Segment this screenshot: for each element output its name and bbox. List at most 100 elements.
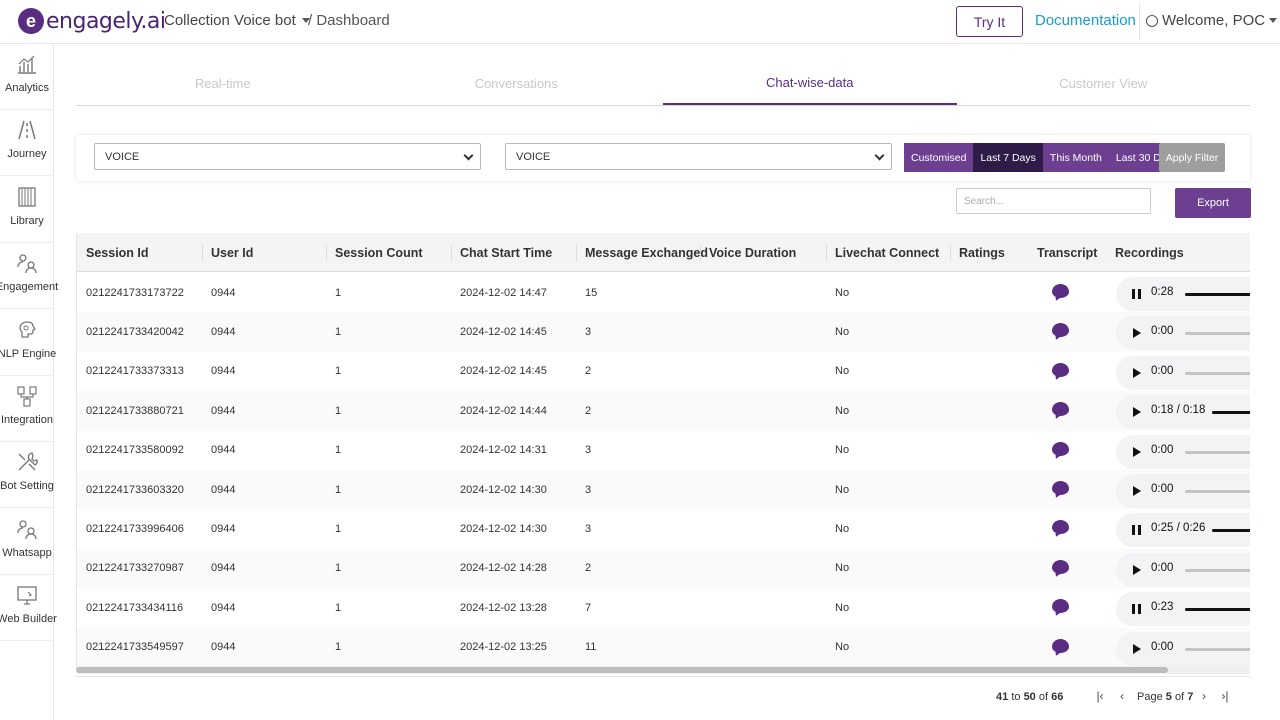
horizontal-scrollbar[interactable]	[76, 666, 1250, 674]
transcript-chat-icon[interactable]	[1052, 284, 1069, 298]
audio-player[interactable]: 0:00	[1116, 434, 1250, 469]
channel-select-2-value: VOICE	[516, 150, 551, 163]
export-button[interactable]: Export	[1175, 188, 1251, 218]
play-icon[interactable]	[1133, 407, 1141, 418]
audio-progress-slider[interactable]	[1185, 371, 1250, 375]
sidebar-item-web-builder[interactable]: Web Builder	[0, 575, 57, 642]
audio-progress-slider[interactable]	[1185, 647, 1250, 651]
audio-progress-slider[interactable]	[1185, 490, 1250, 493]
transcript-chat-icon[interactable]	[1052, 599, 1069, 614]
range-this-month-button[interactable]: This Month	[1042, 143, 1109, 172]
message-exchanged-cell: 3	[585, 444, 592, 457]
audio-progress-slider[interactable]	[1212, 411, 1250, 415]
pause-icon[interactable]	[1132, 289, 1141, 299]
audio-player[interactable]: 0:00	[1116, 316, 1250, 351]
play-icon[interactable]	[1133, 446, 1141, 457]
column-header[interactable]: Session Id	[86, 233, 149, 272]
audio-player[interactable]: 0:00	[1116, 355, 1250, 390]
column-header[interactable]: Transcript	[1037, 233, 1097, 272]
sidebar-item-bot-setting[interactable]: Bot Setting	[0, 442, 54, 509]
filter-bar: VOICE VOICE Customised Last 7 Days This Mo…	[76, 135, 1250, 181]
transcript-chat-icon[interactable]	[1052, 362, 1069, 377]
column-separator[interactable]	[326, 245, 327, 261]
audio-player[interactable]: 0:00	[1116, 631, 1250, 666]
audio-progress-slider[interactable]	[1212, 529, 1250, 533]
pause-icon[interactable]	[1132, 525, 1141, 536]
sidebar-item-analytics[interactable]: Analytics	[0, 44, 54, 110]
tab-chat-wise-data[interactable]: Chat-wise-data	[663, 62, 957, 105]
column-separator[interactable]	[202, 245, 203, 261]
channel-select-2[interactable]: VOICE	[505, 143, 892, 170]
sidebar-item-library[interactable]: Library	[0, 177, 54, 243]
audio-player[interactable]: 0:00	[1116, 474, 1250, 508]
column-header[interactable]: Chat Start Time	[460, 233, 552, 272]
column-header[interactable]: Session Count	[335, 233, 423, 272]
audio-player[interactable]: 0:18 / 0:18	[1116, 395, 1250, 430]
channel-select-1[interactable]: VOICE	[94, 143, 481, 170]
column-header[interactable]: Livechat Connect	[835, 233, 939, 272]
transcript-chat-icon[interactable]	[1052, 441, 1069, 456]
column-header[interactable]: Recordings	[1115, 233, 1184, 272]
transcript-chat-icon[interactable]	[1052, 402, 1069, 417]
play-icon[interactable]	[1133, 564, 1141, 575]
transcript-chat-icon[interactable]	[1052, 638, 1069, 653]
audio-player[interactable]: 0:25 / 0:26	[1116, 513, 1250, 548]
audio-progress-slider[interactable]	[1185, 332, 1250, 336]
play-icon[interactable]	[1133, 643, 1141, 654]
audio-progress-slider[interactable]	[1185, 608, 1250, 612]
scrollbar-thumb[interactable]	[76, 667, 1168, 673]
search-input[interactable]: Search...	[956, 188, 1151, 214]
try-it-button[interactable]: Try It	[956, 6, 1023, 37]
sidebar-item-journey[interactable]: Journey	[0, 110, 54, 177]
user-menu[interactable]: Welcome, POC	[1146, 12, 1278, 29]
play-icon[interactable]	[1133, 367, 1141, 378]
sidebar-item-nlp-engine[interactable]: NLP Engine	[0, 310, 56, 376]
sidebar-item-integration[interactable]: Integration	[0, 376, 54, 442]
audio-progress-slider[interactable]	[1185, 450, 1250, 454]
column-separator[interactable]	[576, 245, 577, 261]
column-header[interactable]: Message Exchanged	[585, 233, 708, 272]
documentation-link[interactable]: Documentation	[1035, 12, 1136, 29]
column-header[interactable]: Ratings	[959, 233, 1005, 272]
page-indicator: Page 5 of 7	[1137, 691, 1193, 703]
bot-selector[interactable]: Collection Voice bot	[164, 12, 310, 29]
column-separator[interactable]	[826, 245, 827, 261]
next-page-icon[interactable]: ›	[1197, 689, 1211, 703]
message-exchanged-cell: 7	[585, 601, 592, 614]
apply-filter-button[interactable]: Apply Filter	[1159, 143, 1225, 172]
message-exchanged-cell: 11	[585, 641, 597, 654]
pause-icon[interactable]	[1132, 604, 1141, 615]
transcript-chat-icon[interactable]	[1052, 559, 1069, 574]
bot-name: Collection Voice bot	[164, 12, 296, 29]
user-id-cell: 0944	[211, 641, 236, 654]
last-page-icon[interactable]: ›|	[1218, 689, 1232, 703]
audio-progress-slider[interactable]	[1185, 568, 1250, 572]
user-id-cell: 0944	[211, 286, 236, 299]
range-last-7-days-button[interactable]: Last 7 Days	[973, 143, 1043, 172]
audio-player[interactable]: 0:00	[1116, 552, 1250, 587]
tab-customer-view[interactable]: Customer View	[957, 62, 1251, 105]
audio-progress-slider[interactable]	[1185, 293, 1250, 296]
transcript-chat-icon[interactable]	[1052, 520, 1069, 535]
play-icon[interactable]	[1133, 486, 1141, 496]
column-separator[interactable]	[950, 245, 951, 261]
column-separator[interactable]	[700, 245, 701, 261]
range-customised-button[interactable]: Customised	[904, 143, 974, 172]
prev-page-icon[interactable]: ‹	[1115, 689, 1129, 703]
first-page-icon[interactable]: |‹	[1093, 689, 1107, 703]
audio-player[interactable]: 0:28	[1116, 277, 1250, 311]
sidebar-item-engagement[interactable]: Engagement	[0, 243, 58, 310]
transcript-chat-icon[interactable]	[1052, 323, 1069, 338]
column-header[interactable]: User Id	[211, 233, 253, 272]
transcript-chat-icon[interactable]	[1052, 481, 1069, 495]
sidebar-item-whatsapp[interactable]: Whatsapp	[0, 509, 54, 575]
play-icon[interactable]	[1133, 328, 1141, 339]
column-header[interactable]: Voice Duration	[709, 233, 796, 272]
audio-time: 0:00	[1151, 483, 1174, 495]
column-separator[interactable]	[451, 245, 452, 261]
audio-player[interactable]: 0:23	[1116, 592, 1250, 627]
tab-conversations[interactable]: Conversations	[370, 62, 664, 105]
engagely-logo[interactable]: e engagely.ai	[18, 8, 166, 34]
tab-real-time[interactable]: Real-time	[76, 62, 370, 105]
page-total: 7	[1187, 691, 1194, 703]
